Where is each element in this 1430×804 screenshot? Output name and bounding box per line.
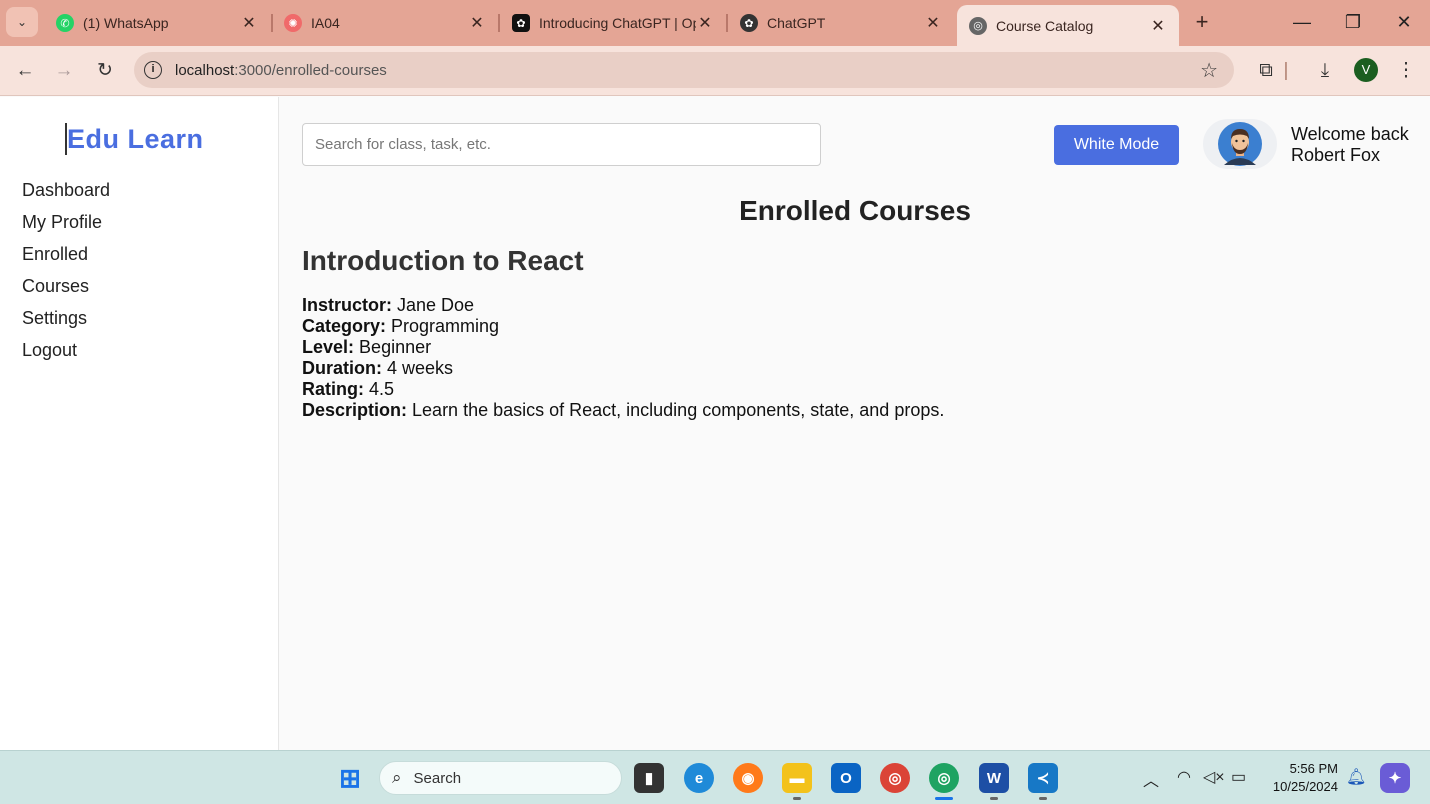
welcome-line: Welcome back: [1291, 124, 1409, 144]
file-explorer-icon[interactable]: ▬: [782, 763, 812, 793]
search-icon: ⌕: [392, 768, 402, 787]
back-icon[interactable]: ←: [12, 58, 38, 84]
page-title: Enrolled Courses: [739, 195, 971, 226]
download-icon[interactable]: ⤓: [1312, 58, 1338, 84]
running-indicator: [793, 797, 801, 800]
address-bar[interactable]: i localhost:3000/enrolled-courses ☆: [134, 52, 1234, 88]
browser-toolbar: ← → ↻ i localhost:3000/enrolled-courses …: [0, 46, 1430, 96]
toolbar-divider: |: [1283, 60, 1289, 81]
notification-bell-icon[interactable]: 🔔︎: [1346, 767, 1366, 787]
close-tab-icon[interactable]: ✕: [240, 13, 258, 33]
bookmark-star-icon[interactable]: ☆: [1200, 58, 1218, 83]
sidebar-item-settings[interactable]: Settings: [22, 305, 110, 337]
tab-chatgpt[interactable]: ✿ ChatGPT ✕: [728, 6, 954, 40]
copilot-icon[interactable]: ✦: [1380, 763, 1410, 793]
taskbar-search[interactable]: ⌕ Search: [379, 761, 622, 795]
forward-icon[interactable]: →: [51, 58, 77, 84]
user-name: Robert Fox: [1291, 145, 1381, 165]
sidebar-item-logout[interactable]: Logout: [22, 337, 110, 369]
extensions-icon[interactable]: ⧉: [1253, 58, 1279, 84]
course-title: Introduction to React: [302, 245, 584, 276]
restore-icon[interactable]: ❐: [1338, 8, 1368, 36]
sidebar-nav: Dashboard My Profile Enrolled Courses Se…: [22, 177, 110, 369]
sidebar: Edu Learn Dashboard My Profile Enrolled …: [0, 97, 279, 750]
reload-icon[interactable]: ↻: [92, 58, 118, 84]
close-window-icon[interactable]: ✕: [1389, 8, 1419, 36]
new-tab-icon[interactable]: +: [1190, 10, 1214, 34]
edge-icon[interactable]: e: [684, 763, 714, 793]
close-tab-icon[interactable]: ✕: [696, 13, 714, 33]
tab-introducing-chatgpt[interactable]: ✿ Introducing ChatGPT | Op ✕: [500, 6, 726, 40]
taskbar-search-label: Search: [413, 769, 462, 787]
course-instructor: Instructor: Jane Doe: [302, 295, 475, 315]
course-duration: Duration: 4 weeks: [302, 358, 454, 378]
windows-start-icon[interactable]: ⊞: [335, 763, 365, 793]
course-rating: Rating: 4.5: [302, 379, 395, 399]
chrome-icon[interactable]: ◎: [880, 763, 910, 793]
vscode-icon[interactable]: ≺: [1028, 763, 1058, 793]
chevron-up-icon[interactable]: ︿: [1143, 767, 1159, 791]
firefox-icon[interactable]: ◉: [733, 763, 763, 793]
welcome-message: Welcome back Robert Fox: [1291, 124, 1409, 166]
wifi-icon[interactable]: ◠: [1177, 767, 1191, 787]
course-level: Level: Beginner: [302, 337, 432, 357]
whatsapp-icon: ✆: [56, 14, 74, 32]
profile-avatar[interactable]: V: [1354, 58, 1378, 82]
tab-search-dropdown-icon[interactable]: ⌄: [6, 7, 38, 37]
close-tab-icon[interactable]: ✕: [1149, 16, 1167, 36]
tab-whatsapp[interactable]: ✆ (1) WhatsApp ✕: [44, 6, 270, 40]
sidebar-item-enrolled[interactable]: Enrolled: [22, 241, 110, 273]
user-avatar-icon: [1218, 122, 1262, 166]
tab-title: ChatGPT: [767, 15, 826, 31]
openai-icon: ✿: [740, 14, 758, 32]
taskbar: ⊞ ⌕ Search ▮ e ◉ ▬ O ◎ ◎ W ≺ ︿ ◠ ◁× ▭ 5:…: [0, 750, 1430, 804]
minimize-icon[interactable]: —: [1287, 8, 1317, 36]
tab-ia04[interactable]: ✺ IA04 ✕: [272, 6, 498, 40]
course-details: Instructor: Jane Doe Category: Programmi…: [302, 295, 944, 421]
close-tab-icon[interactable]: ✕: [924, 13, 942, 33]
globe-icon: ◎: [969, 16, 987, 35]
tab-course-catalog[interactable]: ◎ Course Catalog ✕: [957, 5, 1179, 46]
sidebar-item-my-profile[interactable]: My Profile: [22, 209, 110, 241]
running-indicator: [1039, 797, 1047, 800]
openai-icon: ✿: [512, 14, 530, 32]
url-text: localhost:3000/enrolled-courses: [175, 61, 387, 79]
theme-mode-button[interactable]: White Mode: [1054, 125, 1179, 165]
tab-title: Course Catalog: [996, 17, 1094, 34]
outlook-icon[interactable]: O: [831, 763, 861, 793]
tab-title: Introducing ChatGPT | Op: [539, 15, 696, 31]
battery-icon[interactable]: ▭: [1231, 767, 1246, 787]
course-description: Description: Learn the basics of React, …: [302, 400, 945, 420]
web-page: Edu Learn Dashboard My Profile Enrolled …: [0, 97, 1430, 750]
tab-title: (1) WhatsApp: [83, 15, 169, 31]
app-logo[interactable]: Edu Learn: [65, 123, 204, 155]
sidebar-item-courses[interactable]: Courses: [22, 273, 110, 305]
tab-title: IA04: [311, 15, 340, 31]
chrome-profile-icon[interactable]: ◎: [929, 763, 959, 793]
browser-tab-strip: ⌄ ✆ (1) WhatsApp ✕ ✺ IA04 ✕ ✿ Introducin…: [0, 0, 1430, 46]
menu-kebab-icon[interactable]: ⋮: [1393, 58, 1419, 84]
running-indicator: [990, 797, 998, 800]
sidebar-item-dashboard[interactable]: Dashboard: [22, 177, 110, 209]
course-category: Category: Programming: [302, 316, 500, 336]
system-clock[interactable]: 5:56 PM 10/25/2024: [1262, 760, 1338, 796]
asana-icon: ✺: [284, 14, 302, 32]
volume-muted-icon[interactable]: ◁×: [1203, 767, 1225, 787]
close-tab-icon[interactable]: ✕: [468, 13, 486, 33]
active-indicator: [935, 797, 953, 800]
word-icon[interactable]: W: [979, 763, 1009, 793]
clock-time: 5:56 PM: [1289, 761, 1338, 776]
task-view-icon[interactable]: ▮: [634, 763, 664, 793]
clock-date: 10/25/2024: [1272, 779, 1338, 794]
avatar[interactable]: [1203, 119, 1277, 169]
search-input[interactable]: [302, 123, 821, 166]
site-info-icon[interactable]: i: [144, 61, 162, 79]
